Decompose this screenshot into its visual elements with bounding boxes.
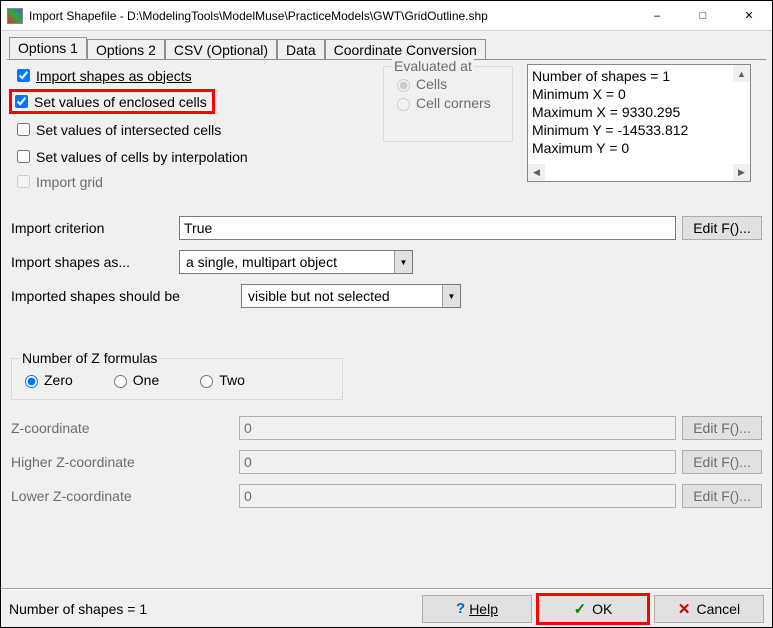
tab-coord[interactable]: Coordinate Conversion <box>325 39 486 60</box>
cancel-button[interactable]: ✕ Cancel <box>654 595 764 623</box>
tab-csv[interactable]: CSV (Optional) <box>165 39 277 60</box>
stats-scroll-right[interactable]: ▶ <box>733 164 750 181</box>
cb-intersected-input[interactable] <box>17 123 30 136</box>
cb-import-shapes[interactable]: Import shapes as objects <box>13 66 371 85</box>
cb-import-grid: Import grid <box>13 172 371 191</box>
z-formulas-legend: Number of Z formulas <box>20 350 159 366</box>
radio-cells-label: Cells <box>416 76 447 92</box>
radio-zero-input[interactable] <box>25 375 38 388</box>
chevron-down-icon[interactable]: ▼ <box>442 285 460 307</box>
tab-panel-options1: Import shapes as objects Set values of e… <box>7 59 766 579</box>
radio-two[interactable]: Two <box>195 372 245 388</box>
z-coord-edit-button: Edit F()... <box>682 416 762 440</box>
import-criterion-input[interactable] <box>179 216 676 240</box>
cancel-label: Cancel <box>696 601 740 617</box>
cb-interpolation-input[interactable] <box>17 150 30 163</box>
stats-content: Number of shapes = 1 Minimum X = 0 Maxim… <box>532 67 746 157</box>
radio-two-label: Two <box>219 372 245 388</box>
radio-zero-label: Zero <box>44 372 73 388</box>
close-icon: ✕ <box>678 600 691 618</box>
higher-z-label: Higher Z-coordinate <box>11 454 239 470</box>
import-shapes-as-combo[interactable]: a single, multipart object ▼ <box>179 250 413 274</box>
radio-cells: Cells <box>392 76 504 92</box>
radio-corners-label: Cell corners <box>416 95 491 111</box>
button-bar: Number of shapes = 1 ? Help ✓ OK ✕ Cance… <box>1 589 772 627</box>
cb-intersected-label: Set values of intersected cells <box>36 122 221 138</box>
cb-enclosed-input[interactable] <box>15 95 28 108</box>
visibility-label: Imported shapes should be <box>11 288 241 304</box>
dialog-window: Import Shapefile - D:\ModelingTools\Mode… <box>0 0 773 628</box>
tab-options2[interactable]: Options 2 <box>87 39 165 60</box>
app-icon <box>7 8 23 24</box>
tab-options1[interactable]: Options 1 <box>9 37 87 59</box>
tab-strip: Options 1 Options 2 CSV (Optional) Data … <box>9 35 766 59</box>
evaluated-at-group: Evaluated at Cells Cell corners <box>383 66 513 142</box>
lower-z-label: Lower Z-coordinate <box>11 488 239 504</box>
check-icon: ✓ <box>574 600 587 618</box>
lower-z-edit-button: Edit F()... <box>682 484 762 508</box>
cb-enclosed[interactable]: Set values of enclosed cells <box>11 92 207 111</box>
minimize-button[interactable]: – <box>634 1 680 30</box>
cb-import-shapes-label: Import shapes as objects <box>36 68 192 84</box>
higher-z-edit-button: Edit F()... <box>682 450 762 474</box>
visibility-combo[interactable]: visible but not selected ▼ <box>241 284 461 308</box>
cb-import-grid-label: Import grid <box>36 174 103 190</box>
ok-label: OK <box>592 601 612 617</box>
cb-intersected[interactable]: Set values of intersected cells <box>13 120 371 139</box>
cb-interpolation[interactable]: Set values of cells by interpolation <box>13 147 371 166</box>
window-title: Import Shapefile - D:\ModelingTools\Mode… <box>29 9 634 23</box>
maximize-button[interactable]: □ <box>680 1 726 30</box>
close-button[interactable]: ✕ <box>726 1 772 30</box>
cb-import-shapes-input[interactable] <box>17 69 30 82</box>
tab-data[interactable]: Data <box>277 39 325 60</box>
stats-scroll-up[interactable]: ▲ <box>733 65 750 82</box>
status-text: Number of shapes = 1 <box>9 601 416 617</box>
cb-import-grid-input <box>17 175 30 188</box>
chevron-down-icon[interactable]: ▼ <box>394 251 412 273</box>
help-button[interactable]: ? Help <box>422 595 532 623</box>
stats-scroll-left[interactable]: ◀ <box>528 164 545 181</box>
stats-box[interactable]: Number of shapes = 1 Minimum X = 0 Maxim… <box>527 64 751 182</box>
z-formulas-group: Number of Z formulas Zero One Two <box>11 358 343 400</box>
z-coord-input <box>239 416 676 440</box>
client-area: Options 1 Options 2 CSV (Optional) Data … <box>1 31 772 589</box>
import-shapes-as-value: a single, multipart object <box>180 251 394 273</box>
radio-one[interactable]: One <box>109 372 159 388</box>
cb-enclosed-label: Set values of enclosed cells <box>34 94 207 110</box>
help-label: Help <box>469 601 498 617</box>
cb-interpolation-label: Set values of cells by interpolation <box>36 149 248 165</box>
help-icon: ? <box>456 600 465 617</box>
radio-one-input[interactable] <box>114 375 127 388</box>
radio-one-label: One <box>133 372 159 388</box>
higher-z-input <box>239 450 676 474</box>
import-shapes-as-label: Import shapes as... <box>11 254 179 270</box>
radio-cells-input <box>397 79 410 92</box>
radio-corners: Cell corners <box>392 95 504 111</box>
import-criterion-label: Import criterion <box>11 220 179 236</box>
visibility-value: visible but not selected <box>242 285 442 307</box>
ok-button[interactable]: ✓ OK <box>538 595 648 623</box>
edit-criterion-button[interactable]: Edit F()... <box>682 216 762 240</box>
titlebar: Import Shapefile - D:\ModelingTools\Mode… <box>1 1 772 31</box>
evaluated-at-legend: Evaluated at <box>392 58 474 74</box>
lower-z-input <box>239 484 676 508</box>
radio-two-input[interactable] <box>200 375 213 388</box>
z-coord-label: Z-coordinate <box>11 420 239 436</box>
radio-zero[interactable]: Zero <box>20 372 73 388</box>
radio-corners-input <box>397 98 410 111</box>
